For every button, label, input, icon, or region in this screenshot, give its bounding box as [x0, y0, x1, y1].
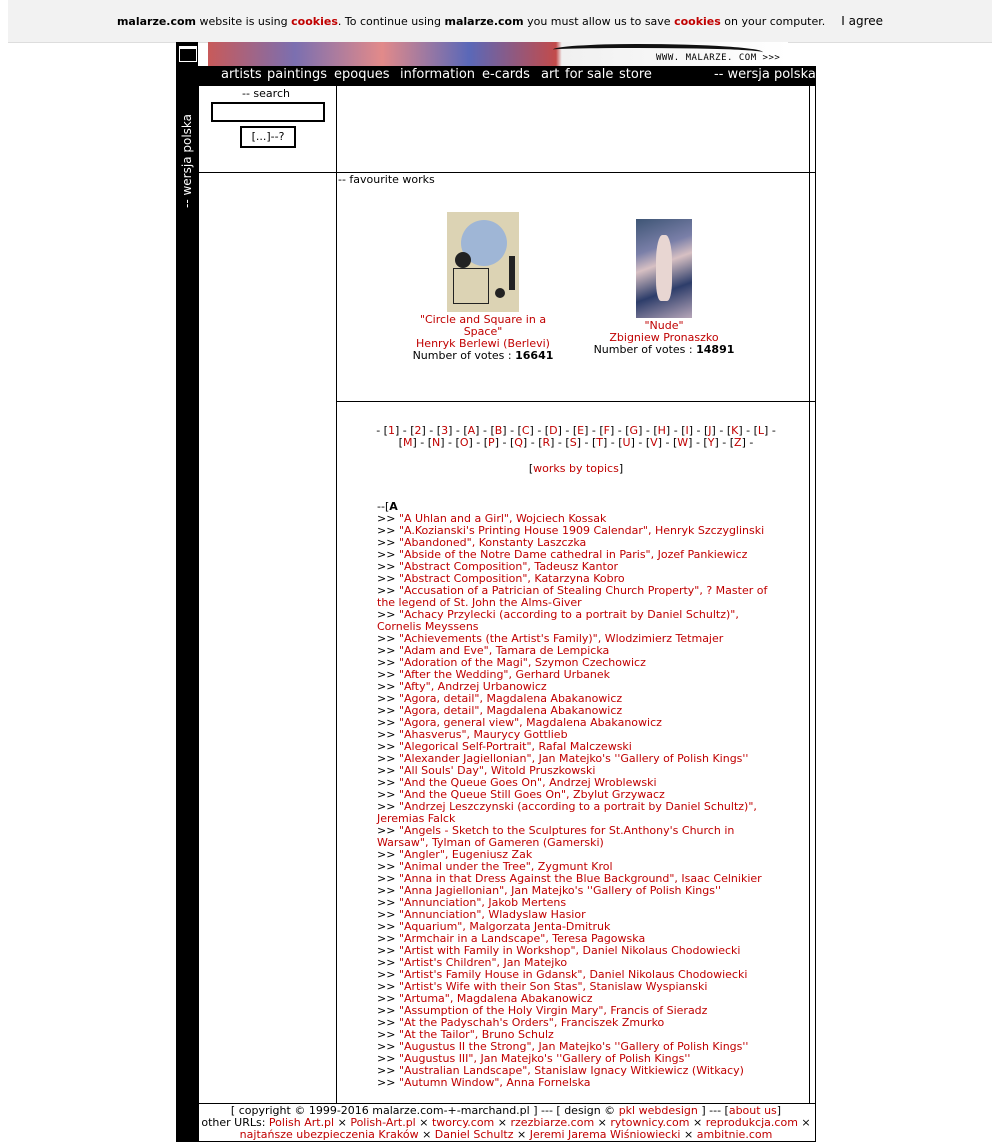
- column-divider-right: [809, 86, 810, 1103]
- letter-link-y[interactable]: Y: [708, 436, 715, 449]
- banner-url: WWW. MALARZE. COM >>>: [656, 53, 781, 63]
- letter-link-v[interactable]: V: [650, 436, 658, 449]
- cookie-text-part: you must allow us to save: [523, 14, 675, 28]
- favourite-work-2: "Nude" Zbigniew Pronaszko Number of vote…: [588, 320, 740, 356]
- painting-square-shape: [453, 268, 489, 304]
- painting-dot-shape: [455, 252, 471, 268]
- painting-thumbnail-circle-and-square[interactable]: [447, 212, 519, 312]
- agree-button[interactable]: I agree: [841, 14, 883, 28]
- letter-link-w[interactable]: W: [677, 436, 688, 449]
- footer-external-link[interactable]: Jeremi Jarema Wiśniowiecki: [530, 1128, 681, 1141]
- work-link[interactable]: "Andrzej Leszczynski (according to a por…: [377, 800, 757, 825]
- painting-figure-shape: [656, 235, 672, 301]
- letter-link-u[interactable]: U: [623, 436, 631, 449]
- nav-artists[interactable]: artists: [221, 67, 262, 82]
- cookie-text-part: website is using: [196, 14, 292, 28]
- letter-link-t[interactable]: T: [596, 436, 603, 449]
- votes-count: 14891: [696, 343, 735, 356]
- site-banner[interactable]: WWW. MALARZE. COM >>>: [208, 42, 788, 66]
- cookie-banner: malarze.com website is using cookies. To…: [8, 0, 992, 43]
- letter-link-m[interactable]: M: [403, 436, 413, 449]
- footer-external-link[interactable]: najtańsze ubezpieczenia Kraków: [240, 1128, 419, 1141]
- letter-index: - [1] - [2] - [3] - [A] - [B] - [C] - [D…: [338, 425, 814, 449]
- works-list: --[A >> "A Uhlan and a Girl", Wojciech K…: [377, 501, 777, 1089]
- search-button[interactable]: [...]--?: [240, 126, 296, 148]
- nav-polish-version[interactable]: -- wersja polska: [714, 67, 816, 82]
- list-items: >> "A Uhlan and a Girl", Wojciech Kossak…: [377, 513, 777, 1089]
- list-item: >> "Autumn Window", Anna Fornelska: [377, 1077, 777, 1089]
- favourite-work-title[interactable]: "Circle and Square in a Space": [420, 313, 546, 338]
- votes-text: Number of votes : 14891: [594, 343, 735, 356]
- votes-label: Number of votes :: [593, 343, 697, 356]
- cookie-site-name: malarze.com: [444, 14, 524, 28]
- cookie-text: malarze.com website is using cookies. To…: [117, 15, 825, 28]
- nav-for-sale[interactable]: for sale: [565, 67, 613, 82]
- nav-paintings[interactable]: paintings: [267, 67, 327, 82]
- footer-external-link[interactable]: ambitnie.com: [697, 1128, 773, 1141]
- row-divider: [336, 401, 816, 402]
- letter-link-r[interactable]: R: [542, 436, 550, 449]
- search-label: -- search: [242, 87, 290, 100]
- works-by-topics-link[interactable]: works by topics: [533, 462, 619, 475]
- topics-link-wrap: [works by topics]: [528, 462, 624, 475]
- nav-store[interactable]: store: [619, 67, 652, 82]
- favourite-work-1: "Circle and Square in a Space" Henryk Be…: [412, 314, 554, 362]
- votes-text: Number of votes : 16641: [413, 349, 554, 362]
- search-input[interactable]: [211, 102, 325, 122]
- work-link[interactable]: "Autumn Window", Anna Fornelska: [399, 1076, 591, 1089]
- work-link[interactable]: "Achacy Przylecki (according to a portra…: [377, 608, 739, 633]
- nav-information[interactable]: information: [400, 67, 475, 82]
- letter-link-n[interactable]: N: [432, 436, 440, 449]
- column-divider: [336, 86, 337, 1103]
- letter-index-line: [M] - [N] - [O] - [P] - [Q] - [R] - [S] …: [398, 436, 754, 449]
- list-item: >> "Andrzej Leszczynski (according to a …: [377, 801, 777, 825]
- votes-label: Number of votes :: [412, 349, 516, 362]
- list-item: >> "Achacy Przylecki (according to a por…: [377, 609, 777, 633]
- painting-dot-shape: [495, 288, 505, 298]
- cookies-link[interactable]: cookies: [674, 15, 721, 28]
- footer: [ copyright © 1999-2016 malarze.com-+-ma…: [198, 1105, 814, 1141]
- painting-thumbnail-nude[interactable]: [636, 219, 692, 318]
- list-marker: >>: [377, 1076, 399, 1089]
- painting-bar-shape: [509, 256, 515, 290]
- footer-external-link[interactable]: Daniel Schultz: [435, 1128, 514, 1141]
- cookie-text-part: . To continue using: [337, 14, 445, 28]
- list-item: >> "Accusation of a Patrician of Stealin…: [377, 585, 777, 609]
- favourites-title: -- favourite works: [338, 173, 435, 186]
- main-nav: artists paintings epoques information e-…: [198, 66, 816, 86]
- footer-other-urls: other URLs: Polish Art.pl × Polish-Art.p…: [201, 1116, 811, 1141]
- letter-link-s[interactable]: S: [570, 436, 577, 449]
- work-link[interactable]: "Angels - Sketch to the Sculptures for S…: [377, 824, 734, 849]
- cookies-link[interactable]: cookies: [291, 15, 338, 28]
- nav-e-cards[interactable]: e-cards: [482, 67, 530, 82]
- language-sidebar: -- wersja polska: [176, 42, 198, 1142]
- sidebar-polish-version-link[interactable]: -- wersja polska: [180, 106, 194, 216]
- nav-art[interactable]: art: [541, 67, 559, 82]
- nav-epoques[interactable]: epoques: [334, 67, 389, 82]
- list-item: >> "Angels - Sketch to the Sculptures fo…: [377, 825, 777, 849]
- folder-icon[interactable]: [179, 46, 197, 62]
- cookie-site-name: malarze.com: [116, 14, 197, 28]
- letter-link-p[interactable]: P: [488, 436, 495, 449]
- row-divider: [198, 172, 816, 173]
- letter-link-1[interactable]: 1: [388, 424, 395, 437]
- cookie-text-part: on your computer.: [720, 14, 826, 28]
- letter-link-l[interactable]: L: [758, 424, 764, 437]
- work-link[interactable]: "Accusation of a Patrician of Stealing C…: [377, 584, 767, 609]
- votes-count: 16641: [515, 349, 554, 362]
- letter-link-z[interactable]: Z: [734, 436, 742, 449]
- letter-link-q[interactable]: Q: [514, 436, 523, 449]
- letter-link-o[interactable]: O: [460, 436, 469, 449]
